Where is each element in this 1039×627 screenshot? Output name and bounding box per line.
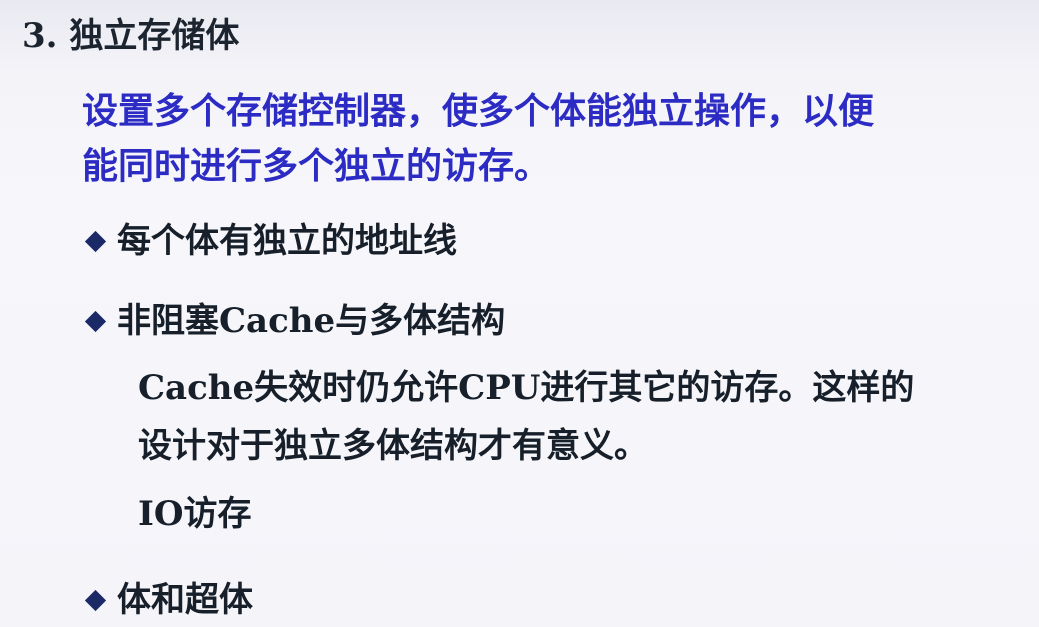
bullet-item-address-lines: 每个体有独立的地址线 bbox=[82, 219, 457, 263]
bullet-text: 体和超体 bbox=[117, 580, 253, 620]
slide-title: 3. 独立存储体 bbox=[22, 16, 240, 56]
bullet-details: Cache失效时仍允许CPU进行其它的访存。这样的 设计对于独立多体结构才有意义… bbox=[138, 359, 914, 543]
bullet-text: 每个体有独立的地址线 bbox=[117, 221, 457, 261]
diamond-bullet-icon bbox=[84, 230, 107, 252]
intro-line: 能同时进行多个独立的访存。 bbox=[82, 145, 551, 187]
bullet-item-nonblocking-cache: 非阻塞Cache与多体结构 bbox=[82, 299, 505, 343]
bullet-item-bank-superbank: 体和超体 bbox=[82, 578, 253, 622]
detail-line: 设计对于独立多体结构才有意义。 bbox=[138, 426, 648, 466]
detail-line: IO访存 bbox=[138, 494, 252, 534]
intro-paragraph: 设置多个存储控制器，使多个体能独立操作，以便 能同时进行多个独立的访存。 bbox=[82, 84, 982, 194]
diamond-bullet-icon bbox=[84, 589, 107, 611]
intro-line: 设置多个存储控制器，使多个体能独立操作，以便 bbox=[82, 90, 875, 132]
diamond-bullet-icon bbox=[84, 310, 107, 332]
detail-line: Cache失效时仍允许CPU进行其它的访存。这样的 bbox=[138, 368, 915, 408]
slide: 3. 独立存储体 设置多个存储控制器，使多个体能独立操作，以便 能同时进行多个独… bbox=[0, 0, 1039, 627]
bullet-text: 非阻塞Cache与多体结构 bbox=[117, 301, 506, 341]
